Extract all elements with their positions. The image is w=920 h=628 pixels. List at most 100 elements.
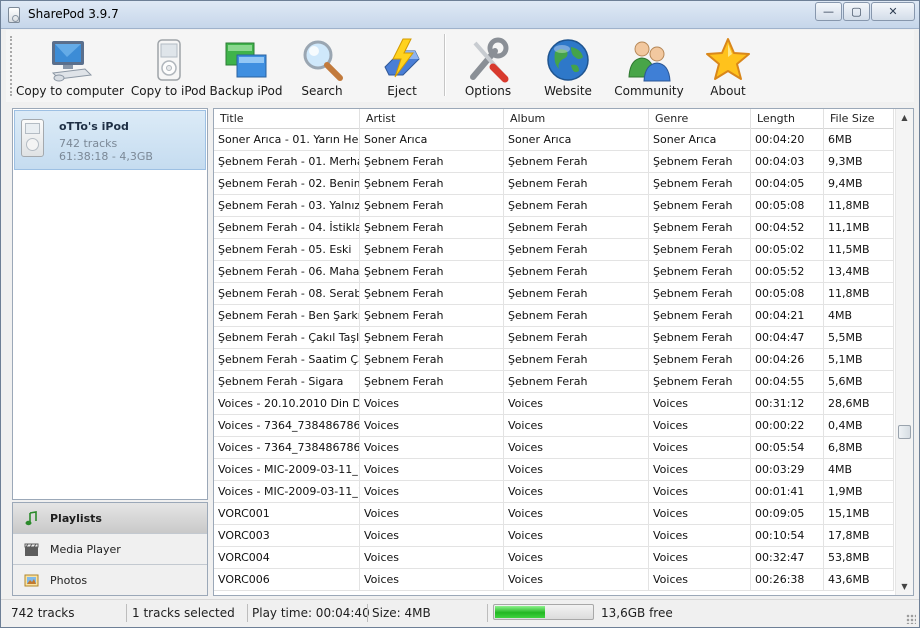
table-row[interactable]: Şebnem Ferah - 02. Benim Şebnem Ferah Şebn… [214,173,894,195]
column-header-album[interactable]: Album [504,109,649,129]
status-selected-count: 1 tracks selected [132,606,235,620]
column-header-length[interactable]: Length [751,109,824,129]
close-button[interactable]: ✕ [871,2,915,21]
table-row[interactable]: VORC003 Voices Voices Voices 00:10:54 17,8MB [214,525,894,547]
table-row[interactable]: Voices - 7364_738486786456VoicesVoicesVo… [214,437,894,459]
column-header-file-size[interactable]: File Size [824,109,894,129]
eject-icon [384,38,420,78]
status-separator [367,604,368,622]
table-row[interactable]: Soner Arıca - 01. Yarın Hep YarınSoner A… [214,129,894,151]
status-bar: 742 tracks 1 tracks selected Play time: … [1,599,919,627]
table-row[interactable]: Şebnem Ferah - 01. MerhabaŞebnem FerahŞe… [214,151,894,173]
about-button[interactable]: About [698,32,758,100]
nav-item-media-player[interactable]: Media Player [13,534,207,565]
eject-button[interactable]: Eject [372,32,432,100]
cell-album: Şebnem Ferah [504,195,649,217]
cell-title: Voices - MIC-2009-03-11_11 [214,481,360,503]
scroll-up-arrow-icon[interactable]: ▲ [896,109,913,126]
table-row[interactable]: VORC004 Voices Voices Voices 00:32:47 53,8MB [214,547,894,569]
cell-artist: Voices [360,393,504,415]
cell-title: Şebnem Ferah - 05. Eski [214,239,360,261]
scrollbar-thumb[interactable] [898,425,911,439]
cell-genre: Şebnem Ferah [649,327,751,349]
maximize-button[interactable]: ▢ [843,2,870,21]
scroll-down-arrow-icon[interactable]: ▼ [896,578,913,595]
search-label: Search [301,84,343,98]
cell-length: 00:31:12 [751,393,824,415]
table-row[interactable]: Şebnem Ferah - 08. Serabım Şebnem Ferah Şe… [214,283,894,305]
cell-genre: Voices [649,393,751,415]
minimize-button[interactable]: — [815,2,842,21]
table-row[interactable]: Şebnem Ferah - Sigara Şebnem Ferah Şebnem … [214,371,894,393]
cell-album: Voices [504,547,649,569]
cell-file-size: 6,8MB [824,437,894,459]
cell-file-size: 9,3MB [824,151,894,173]
website-button[interactable]: Website [536,32,600,100]
toolbar-grip[interactable] [10,36,13,96]
table-row[interactable]: Voices - 7364_738486786123VoicesVoicesVo… [214,415,894,437]
table-row[interactable]: Şebnem Ferah - 05. Eski Şebnem Ferah Şebne… [214,239,894,261]
cell-title: Şebnem Ferah - 04. İstiklal [214,217,360,239]
table-body: Soner Arıca - 01. Yarın Hep YarınSoner A… [214,129,894,591]
cell-album: Şebnem Ferah [504,239,649,261]
cell-album: Şebnem Ferah [504,173,649,195]
table-row[interactable]: VORC001 Voices Voices Voices 00:09:05 15,1MB [214,503,894,525]
table-row[interactable]: Voices - MIC-2009-03-11_10 Voices Voices Vo… [214,459,894,481]
cell-length: 00:01:41 [751,481,824,503]
device-track-count: 742 tracks [59,137,118,150]
cell-artist: Voices [360,547,504,569]
status-track-count: 742 tracks [11,606,75,620]
cell-length: 00:32:47 [751,547,824,569]
device-item[interactable]: oTTo's iPod 742 tracks 61:38:18 - 4,3GB [14,110,206,170]
cell-artist: Şebnem Ferah [360,239,504,261]
cell-album: Şebnem Ferah [504,261,649,283]
cell-album: Voices [504,503,649,525]
community-button[interactable]: Community [611,32,687,100]
table-row[interactable]: Voices - 20.10.2010 Din DersiVoicesVoice… [214,393,894,415]
table-row[interactable]: VORC006 Voices Voices Voices 00:26:38 43,6MB [214,569,894,591]
title-bar[interactable]: SharePod 3.9.7 — ▢ ✕ [1,1,919,29]
copy-to-ipod-button[interactable]: Copy to iPod [126,32,211,100]
nav-item-photos[interactable]: Photos [13,565,207,596]
column-header-genre[interactable]: Genre [649,109,751,129]
cell-length: 00:05:08 [751,283,824,305]
table-row[interactable]: Şebnem Ferah - 04. İstiklal Şebnem Ferah Ş… [214,217,894,239]
cell-album: Voices [504,481,649,503]
cell-file-size: 5,6MB [824,371,894,393]
cell-album: Voices [504,415,649,437]
table-row[interactable]: Şebnem Ferah - 03. Yalnız Şebnem Ferah Şeb… [214,195,894,217]
cell-file-size: 28,6MB [824,393,894,415]
cell-length: 00:05:52 [751,261,824,283]
table-row[interactable]: Şebnem Ferah - Saatim ÇalışmıyorŞebnem F… [214,349,894,371]
table-row[interactable]: Voices - MIC-2009-03-11_11 Voices Voices Vo… [214,481,894,503]
table-row[interactable]: Şebnem Ferah - 06. Mahalle Şebnem Ferah Şe… [214,261,894,283]
backup-ipod-button[interactable]: Backup iPod [208,32,284,100]
cell-genre: Şebnem Ferah [649,239,751,261]
table-row[interactable]: Şebnem Ferah - Çakıl Taşları Şebnem Ferah… [214,327,894,349]
copy-to-computer-button[interactable]: Copy to computer [16,32,124,100]
nav-item-playlists[interactable]: Playlists [13,503,207,534]
cell-genre: Şebnem Ferah [649,283,751,305]
cell-artist: Şebnem Ferah [360,283,504,305]
cell-genre: Voices [649,569,751,591]
search-button[interactable]: Search [292,32,352,100]
table-header: Title Artist Album Genre Length File Siz… [214,109,894,129]
vertical-scrollbar[interactable]: ▲ ▼ [895,109,913,595]
cell-genre: Şebnem Ferah [649,173,751,195]
cell-file-size: 11,8MB [824,195,894,217]
disk-usage-fill [495,606,545,618]
cell-length: 00:00:22 [751,415,824,437]
cell-title: Şebnem Ferah - 06. Mahalle [214,261,360,283]
options-button[interactable]: Options [456,32,520,100]
table-row[interactable]: Şebnem Ferah - Ben ŞarkılarımıŞebnem Fer… [214,305,894,327]
status-free-space: 13,6GB free [601,606,673,620]
column-header-title[interactable]: Title [214,109,360,129]
cell-album: Voices [504,459,649,481]
disk-usage-bar [493,604,594,620]
column-header-artist[interactable]: Artist [360,109,504,129]
cell-length: 00:04:55 [751,371,824,393]
cell-artist: Şebnem Ferah [360,217,504,239]
cell-artist: Şebnem Ferah [360,371,504,393]
cell-genre: Voices [649,459,751,481]
resize-grip[interactable] [906,614,916,624]
